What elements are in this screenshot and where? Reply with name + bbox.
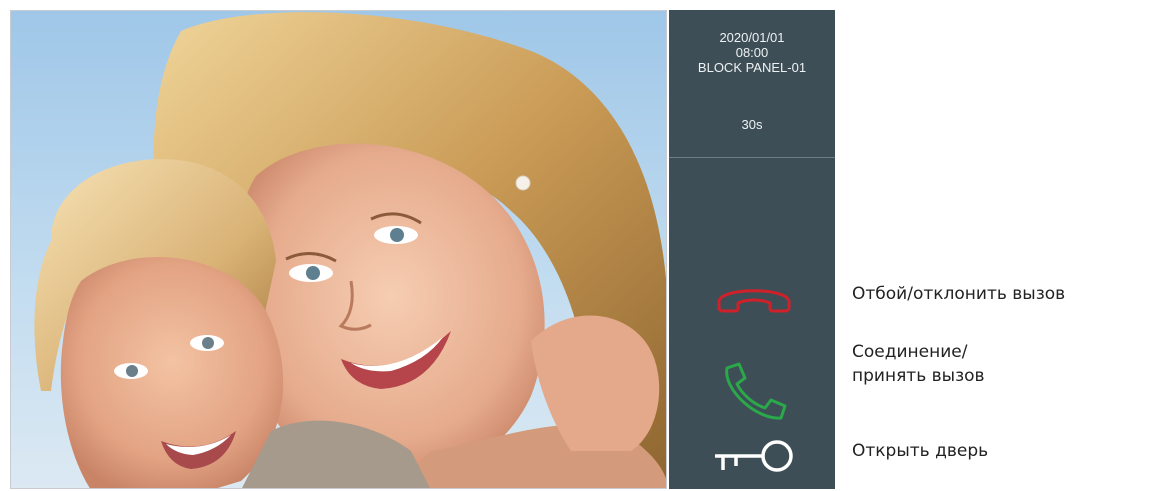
time-label: 08:00 <box>735 45 769 60</box>
divider <box>669 157 835 158</box>
key-icon <box>715 440 793 472</box>
visitor-camera-image <box>11 11 666 488</box>
answer-button[interactable] <box>709 360 799 420</box>
answer-phone-icon <box>725 362 787 420</box>
unlock-door-button[interactable] <box>709 438 799 480</box>
legend-hangup: Отбой/отклонить вызов <box>852 284 1066 304</box>
legend-answer: Соединение/принять вызов <box>852 342 985 386</box>
call-timer: 30s <box>741 117 763 132</box>
video-feed <box>10 10 667 489</box>
intercom-monitor: 2020/01/01 08:00 BLOCK PANEL-01 30s <box>0 0 835 491</box>
legend-unlock: Открыть дверь <box>852 441 989 461</box>
hangup-button[interactable] <box>709 272 799 332</box>
hangup-phone-icon <box>717 289 791 313</box>
panel-name-label: BLOCK PANEL-01 <box>697 60 807 75</box>
control-panel: 2020/01/01 08:00 BLOCK PANEL-01 30s <box>669 10 835 489</box>
call-info: 2020/01/01 08:00 BLOCK PANEL-01 30s <box>669 10 835 157</box>
date-label: 2020/01/01 <box>719 30 785 45</box>
